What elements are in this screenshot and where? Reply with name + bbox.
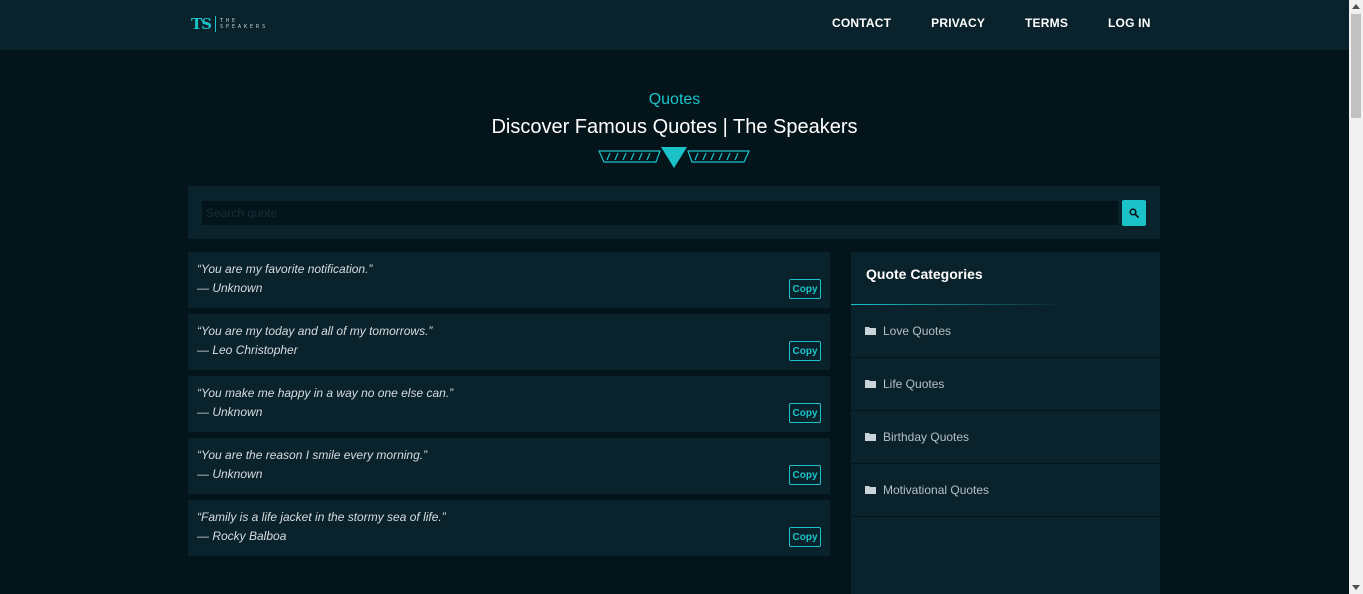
quote-author: — Unknown [197, 467, 263, 481]
logo-mark: TS [191, 16, 216, 32]
folder-icon [865, 327, 876, 335]
quote-text: “Family is a life jacket in the stormy s… [197, 510, 446, 524]
search-button[interactable] [1122, 200, 1146, 226]
page-scrollbar[interactable] [1349, 0, 1363, 594]
copy-button[interactable]: Copy [789, 403, 821, 423]
title-ornament-icon [598, 147, 750, 168]
nav-contact[interactable]: CONTACT [832, 15, 891, 31]
search-input[interactable] [202, 201, 1118, 225]
quote-card: “You are my today and all of my tomorrow… [188, 314, 830, 370]
top-navbar: TS THE SPEAKERS CONTACT PRIVACY TERMS LO… [0, 0, 1349, 50]
copy-button[interactable]: Copy [789, 527, 821, 547]
folder-icon [865, 433, 876, 441]
nav-login[interactable]: LOG IN [1108, 15, 1151, 31]
quote-author: — Unknown [197, 405, 263, 419]
main-nav: CONTACT PRIVACY TERMS LOG IN [832, 15, 1191, 31]
logo-word-speakers: SPEAKERS [220, 24, 269, 30]
copy-button[interactable]: Copy [789, 279, 821, 299]
category-life-quotes[interactable]: Life Quotes [851, 358, 1160, 411]
quote-text: “You are the reason I smile every mornin… [197, 448, 428, 462]
quote-author: — Unknown [197, 281, 263, 295]
folder-icon [865, 486, 876, 494]
categories-sidebar: Quote Categories Love Quotes Life Quotes… [851, 252, 1160, 594]
category-label: Birthday Quotes [883, 430, 970, 444]
quote-text: “You are my today and all of my tomorrow… [197, 324, 433, 338]
category-label: Love Quotes [883, 324, 952, 338]
search-panel [188, 186, 1160, 239]
category-label: Motivational Quotes [883, 483, 990, 497]
quote-text: “You are my favorite notification.” [197, 262, 373, 276]
quote-card: “You are my favorite notification.” — Un… [188, 252, 830, 308]
search-icon [1129, 208, 1139, 218]
scroll-down-icon[interactable] [1352, 585, 1360, 590]
nav-terms[interactable]: TERMS [1025, 15, 1068, 31]
copy-button[interactable]: Copy [789, 341, 821, 361]
category-love-quotes[interactable]: Love Quotes [851, 305, 1160, 358]
scrollbar-thumb[interactable] [1351, 14, 1361, 118]
quote-author: — Rocky Balboa [197, 529, 287, 543]
quote-card: “You make me happy in a way no one else … [188, 376, 830, 432]
page-title: Discover Famous Quotes | The Speakers [491, 116, 858, 138]
site-logo[interactable]: TS THE SPEAKERS [191, 14, 268, 34]
logo-wordmark: THE SPEAKERS [216, 18, 268, 30]
copy-button[interactable]: Copy [789, 465, 821, 485]
quote-card: “You are the reason I smile every mornin… [188, 438, 830, 494]
category-motivational-quotes[interactable]: Motivational Quotes [851, 464, 1160, 517]
scroll-up-icon[interactable] [1352, 4, 1360, 9]
quote-text: “You make me happy in a way no one else … [197, 386, 454, 400]
sidebar-title: Quote Categories [866, 266, 983, 282]
category-label: Life Quotes [883, 377, 945, 391]
folder-icon [865, 380, 876, 388]
quote-author: — Leo Christopher [197, 343, 298, 357]
quote-card: “Family is a life jacket in the stormy s… [188, 500, 830, 556]
nav-privacy[interactable]: PRIVACY [931, 15, 985, 31]
category-birthday-quotes[interactable]: Birthday Quotes [851, 411, 1160, 464]
section-kicker: Quotes [648, 91, 701, 108]
